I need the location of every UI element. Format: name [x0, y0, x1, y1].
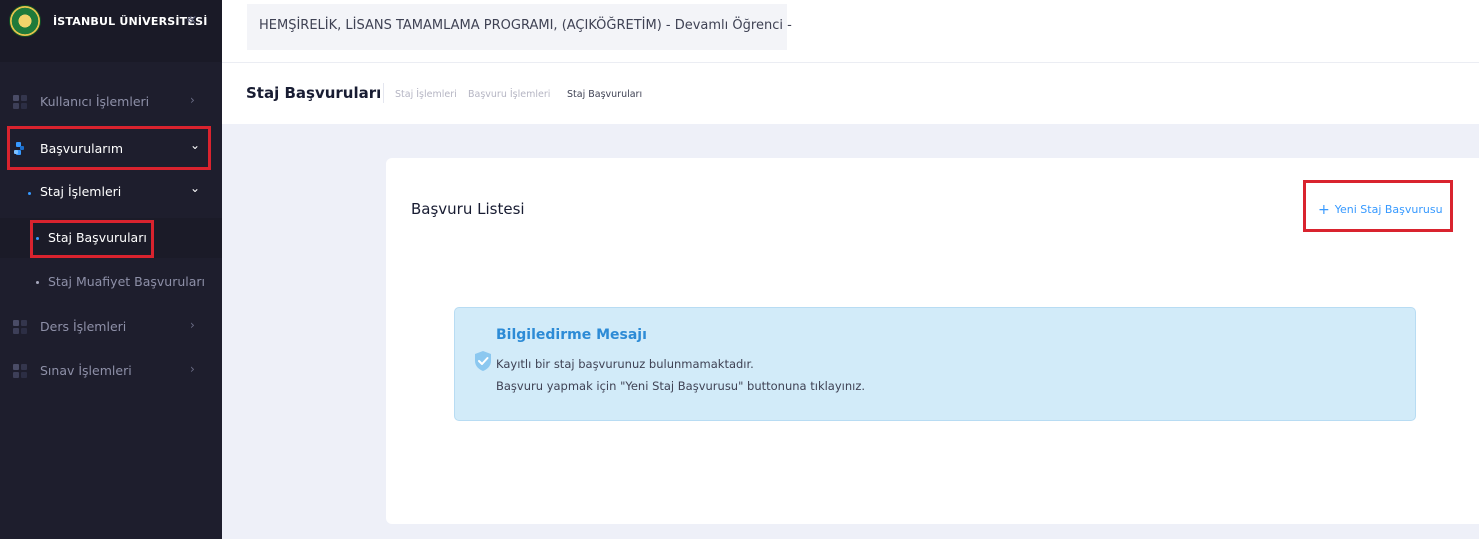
bullet-icon [36, 281, 39, 284]
sidebar-item-label: Ders İşlemleri [40, 319, 127, 334]
sidebar-item-sinav-islemleri[interactable]: Sınav İşlemleri › [0, 350, 222, 390]
sidebar-item-label: Kullanıcı İşlemleri [40, 94, 150, 109]
bullet-icon [28, 192, 31, 195]
sidebar-item-label: Staj Muafiyet Başvuruları [48, 274, 206, 289]
sidebar: İSTANBUL ÜNİVERSİTESİ « Kullanıcı İşleml… [0, 0, 222, 539]
info-alert: Bilgiledirme Mesajı Kayıtlı bir staj baş… [454, 307, 1416, 421]
info-message-line: Başvuru yapmak için "Yeni Staj Başvurusu… [496, 379, 866, 393]
subheader: Staj Başvuruları Staj İşlemleri Başvuru … [222, 62, 1479, 124]
breadcrumb-item[interactable]: Başvuru İşlemleri [468, 89, 550, 100]
card-title: Başvuru Listesi [411, 200, 525, 218]
sidebar-item-staj-islemleri[interactable]: Staj İşlemleri ⌄ [0, 173, 222, 213]
info-message-line: Kayıtlı bir staj başvurunuz bulunmamakta… [496, 357, 754, 371]
sidebar-item-staj-muafiyet-basvurulari[interactable]: Staj Muafiyet Başvuruları [0, 262, 222, 302]
sidebar-item-label: Staj İşlemleri [40, 184, 122, 199]
top-header: HEMŞİRELİK, LİSANS TAMAMLAMA PROGRAMI, (… [222, 0, 1479, 62]
sidebar-item-kullanici-islemleri[interactable]: Kullanıcı İşlemleri › [0, 81, 222, 121]
double-chevron-left-icon[interactable]: « [186, 9, 197, 30]
grid-icon [13, 364, 27, 378]
program-title: HEMŞİRELİK, LİSANS TAMAMLAMA PROGRAMI, (… [259, 18, 792, 33]
university-logo [9, 5, 41, 37]
page-title: Staj Başvuruları [246, 84, 382, 102]
chevron-right-icon: › [190, 362, 195, 376]
sidebar-item-ders-islemleri[interactable]: Ders İşlemleri › [0, 306, 222, 346]
highlight-basvurularim [7, 126, 211, 170]
shield-check-icon [475, 351, 491, 371]
highlight-new-application [1303, 180, 1453, 232]
breadcrumb-item-current: Staj Başvuruları [567, 89, 643, 100]
chevron-right-icon: › [190, 318, 195, 332]
highlight-staj-basvurulari [30, 220, 154, 258]
chevron-down-icon: ⌄ [190, 181, 201, 195]
sidebar-item-label: Sınav İşlemleri [40, 363, 132, 378]
info-title: Bilgiledirme Mesajı [496, 327, 647, 343]
grid-icon [13, 320, 27, 334]
grid-icon [13, 95, 27, 109]
breadcrumb-item[interactable]: Staj İşlemleri [395, 89, 457, 100]
brand-name: İSTANBUL ÜNİVERSİTESİ [53, 15, 208, 28]
divider [383, 83, 384, 103]
chevron-right-icon: › [190, 93, 195, 107]
program-selector[interactable]: HEMŞİRELİK, LİSANS TAMAMLAMA PROGRAMI, (… [247, 4, 792, 50]
brand: İSTANBUL ÜNİVERSİTESİ « [0, 0, 222, 62]
